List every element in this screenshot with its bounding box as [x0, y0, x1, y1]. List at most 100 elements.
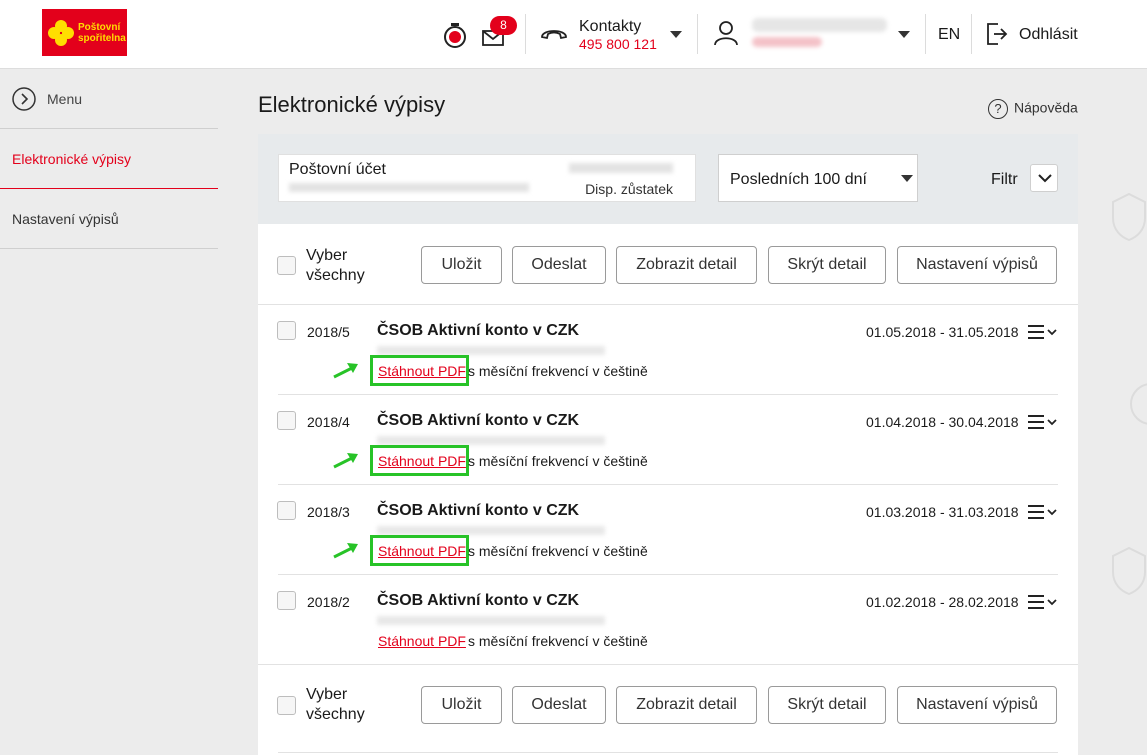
language-switch[interactable]: EN — [938, 26, 960, 44]
download-pdf-link[interactable]: Stáhnout PDF — [378, 363, 466, 379]
sidebar-item-statement-settings[interactable]: Nastavení výpisů — [12, 211, 119, 227]
statement-checkbox[interactable] — [277, 501, 296, 520]
balance-label: Disp. zůstatek — [585, 181, 673, 197]
logo-text-line1: Poštovní — [78, 21, 121, 33]
header-divider — [525, 14, 526, 54]
logout-link[interactable]: Odhlásit — [1019, 26, 1078, 44]
hide-detail-button[interactable]: Skrýt detail — [768, 246, 886, 284]
sidebar-active-underline — [0, 188, 218, 189]
statement-period: 2018/3 — [307, 504, 350, 520]
period-select[interactable]: Posledních 100 dní — [718, 154, 918, 202]
account-selector[interactable]: Poštovní účet Disp. zůstatek — [278, 154, 696, 202]
row-menu-icon[interactable] — [1028, 414, 1058, 430]
statement-row: 2018/4 ČSOB Aktivní konto v CZK 01.04.20… — [258, 395, 1078, 485]
logout-icon[interactable] — [986, 22, 1008, 46]
select-all-label[interactable]: Vyber všechny — [306, 685, 365, 725]
page-title: Elektronické výpisy — [258, 92, 446, 117]
statement-settings-button[interactable]: Nastavení výpisů — [897, 686, 1057, 724]
statement-frequency: s měsíční frekvencí v češtině — [468, 543, 648, 559]
download-pdf-link[interactable]: Stáhnout PDF — [378, 543, 466, 559]
statements-panel: Vyber všechny Uložit Odeslat Zobrazit det… — [258, 224, 1078, 755]
period-chevron-down-icon — [901, 175, 913, 182]
contacts-phone[interactable]: 495 800 121 — [579, 36, 657, 52]
user-name-blurred[interactable] — [752, 18, 887, 32]
sidebar-divider — [0, 128, 218, 129]
header-divider — [971, 14, 972, 54]
menu-toggle[interactable]: Menu — [12, 87, 218, 111]
save-button[interactable]: Uložit — [421, 686, 502, 724]
row-menu-icon[interactable] — [1028, 324, 1058, 340]
question-icon: ? — [988, 99, 1008, 119]
statement-account-blurred — [377, 346, 605, 355]
statement-frequency: s měsíční frekvencí v češtině — [468, 453, 648, 469]
header-divider — [697, 14, 698, 54]
statement-checkbox[interactable] — [277, 411, 296, 430]
statement-title: ČSOB Aktivní konto v CZK — [377, 322, 580, 339]
chevron-right-circle-icon — [12, 87, 36, 111]
contacts-label[interactable]: Kontakty — [579, 18, 641, 36]
statement-dates: 01.05.2018 - 31.05.2018 — [866, 324, 1019, 340]
statements-toolbar-bottom: Vyber všechny Uložit Odeslat Zobrazit det… — [258, 665, 1078, 745]
download-pdf-link[interactable]: Stáhnout PDF — [378, 633, 466, 649]
statements-toolbar-top: Vyber všechny Uložit Odeslat Zobrazit det… — [258, 224, 1078, 304]
user-login-info-blurred — [752, 37, 822, 47]
statement-account-blurred — [377, 616, 605, 625]
filter-toggle-button[interactable] — [1030, 164, 1058, 192]
row-menu-icon[interactable] — [1028, 594, 1058, 610]
select-all-label[interactable]: Vyber všechny — [306, 246, 365, 286]
menu-label: Menu — [47, 91, 83, 107]
statement-period: 2018/2 — [307, 594, 350, 610]
header-divider — [925, 14, 926, 54]
send-button[interactable]: Odeslat — [512, 246, 606, 284]
logo-text-line2: spořitelna — [78, 32, 126, 44]
period-value: Posledních 100 dní — [730, 171, 867, 188]
statement-checkbox[interactable] — [277, 591, 296, 610]
save-button[interactable]: Uložit — [421, 246, 502, 284]
statement-title: ČSOB Aktivní konto v CZK — [377, 412, 580, 429]
statement-period: 2018/5 — [307, 324, 350, 340]
mail-count-badge: 8 — [490, 16, 517, 35]
select-all-checkbox[interactable] — [277, 696, 296, 715]
help-label: Nápověda — [1014, 99, 1078, 116]
sidebar-item-electronic-statements[interactable]: Elektronické výpisy — [12, 151, 131, 167]
statement-title: ČSOB Aktivní konto v CZK — [377, 592, 580, 609]
statement-row: 2018/2 ČSOB Aktivní konto v CZK 01.02.20… — [258, 575, 1078, 665]
top-header: Poštovní spořitelna 8 Kontakty 495 800 1… — [0, 0, 1147, 69]
send-button[interactable]: Odeslat — [512, 686, 606, 724]
account-name: Poštovní účet — [289, 161, 386, 178]
filter-bar: Poštovní účet Disp. zůstatek Posledních … — [258, 134, 1078, 224]
filter-label: Filtr — [991, 171, 1018, 188]
postovni-sporitelna-logo[interactable]: Poštovní spořitelna — [42, 9, 127, 56]
timer-icon[interactable] — [443, 23, 467, 49]
divider — [278, 752, 1058, 753]
green-arrow-icon — [333, 453, 358, 469]
statement-frequency: s měsíční frekvencí v češtině — [468, 633, 648, 649]
contacts-chevron-down-icon[interactable] — [670, 31, 682, 38]
statement-dates: 01.02.2018 - 28.02.2018 — [866, 594, 1019, 610]
user-chevron-down-icon[interactable] — [898, 31, 910, 38]
sidebar-divider — [0, 248, 218, 249]
show-detail-button[interactable]: Zobrazit detail — [616, 686, 757, 724]
help-link[interactable]: ? Nápověda — [988, 99, 1078, 119]
user-icon — [714, 21, 738, 46]
statement-period: 2018/4 — [307, 414, 350, 430]
account-number-blurred — [289, 183, 529, 192]
row-menu-icon[interactable] — [1028, 504, 1058, 520]
statement-dates: 01.03.2018 - 31.03.2018 — [866, 504, 1019, 520]
chevron-down-icon — [1038, 174, 1052, 183]
statement-frequency: s měsíční frekvencí v češtině — [468, 363, 648, 379]
circle-icon — [1130, 383, 1147, 425]
download-pdf-link[interactable]: Stáhnout PDF — [378, 453, 466, 469]
green-arrow-icon — [333, 363, 358, 379]
clover-icon — [48, 19, 74, 46]
statement-title: ČSOB Aktivní konto v CZK — [377, 502, 580, 519]
select-all-checkbox[interactable] — [277, 256, 296, 275]
statement-account-blurred — [377, 436, 605, 445]
statement-settings-button[interactable]: Nastavení výpisů — [897, 246, 1057, 284]
show-detail-button[interactable]: Zobrazit detail — [616, 246, 757, 284]
hide-detail-button[interactable]: Skrýt detail — [768, 686, 886, 724]
green-arrow-icon — [333, 543, 358, 559]
statement-row: 2018/5 ČSOB Aktivní konto v CZK 01.05.20… — [258, 305, 1078, 395]
statement-row: 2018/3 ČSOB Aktivní konto v CZK 01.03.20… — [258, 485, 1078, 575]
statement-checkbox[interactable] — [277, 321, 296, 340]
